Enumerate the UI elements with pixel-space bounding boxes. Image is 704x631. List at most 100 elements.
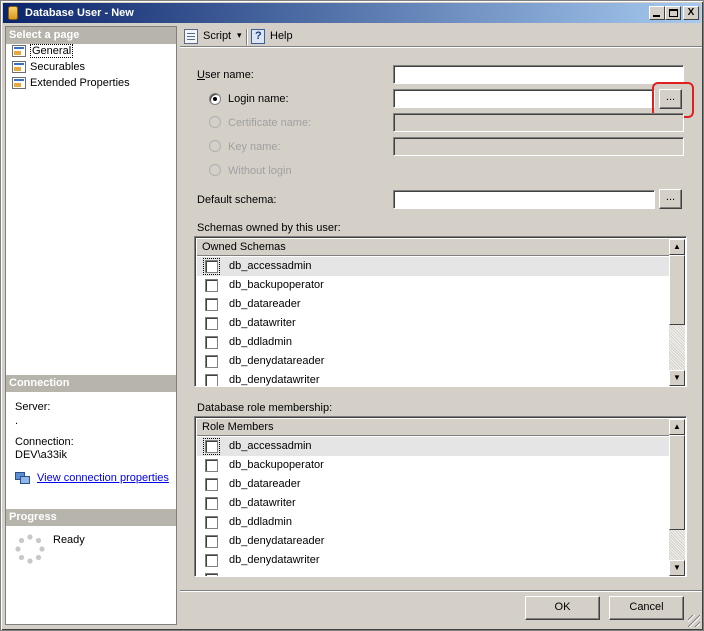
default-schema-input[interactable]	[393, 190, 655, 209]
table-row[interactable]: db_backupoperator	[197, 456, 670, 475]
without-login-label: Without login	[228, 165, 292, 177]
minimize-icon	[653, 15, 660, 17]
help-label: Help	[270, 30, 293, 42]
table-row[interactable]: db_denydatawriter	[197, 371, 670, 386]
table-row[interactable]	[197, 570, 670, 576]
checkbox[interactable]	[205, 516, 218, 529]
page-item-general[interactable]: General	[8, 44, 75, 59]
page-item-securables[interactable]: Securables	[8, 60, 87, 75]
checkbox[interactable]	[205, 355, 218, 368]
role-name: db_datareader	[229, 478, 301, 490]
without-login-radio[interactable]	[209, 164, 221, 176]
page-item-label: Extended Properties	[30, 77, 130, 89]
table-row[interactable]: db_backupoperator	[197, 276, 670, 295]
connection-label: Connection:	[15, 436, 74, 448]
property-page-icon	[12, 45, 26, 57]
page-item-extended-properties[interactable]: Extended Properties	[8, 76, 132, 91]
table-row[interactable]: db_denydatareader	[197, 352, 670, 371]
database-icon	[8, 6, 18, 20]
select-page-header: Select a page	[6, 27, 176, 44]
checkbox[interactable]	[203, 258, 220, 275]
scroll-thumb[interactable]	[669, 255, 685, 325]
resize-grip[interactable]	[688, 615, 700, 627]
property-page-icon	[12, 61, 26, 73]
table-row[interactable]: db_ddladmin	[197, 333, 670, 352]
checkbox[interactable]	[205, 279, 218, 292]
page-item-label: Securables	[30, 61, 86, 73]
table-row[interactable]: db_datareader	[197, 295, 670, 314]
progress-status: Ready	[53, 534, 85, 546]
left-pane: Select a page General Securables Extende…	[5, 26, 177, 625]
table-row[interactable]: db_datawriter	[197, 494, 670, 513]
table-row[interactable]: db_datareader	[197, 475, 670, 494]
connection-value: DEV\a33ik	[15, 449, 67, 461]
scroll-up-icon[interactable]: ▲	[669, 239, 685, 255]
cancel-button[interactable]: Cancel	[609, 596, 684, 620]
scroll-down-icon[interactable]: ▼	[669, 370, 685, 386]
scroll-thumb[interactable]	[669, 435, 685, 530]
checkbox[interactable]	[205, 535, 218, 548]
help-button[interactable]: Help	[251, 29, 296, 45]
checkbox[interactable]	[205, 317, 218, 330]
checkbox[interactable]	[205, 554, 218, 567]
table-row[interactable]: db_accessadmin	[197, 437, 670, 456]
default-schema-browse-button[interactable]: ...	[659, 189, 682, 209]
title-bar[interactable]: Database User - New X	[3, 3, 701, 23]
view-connection-properties-link[interactable]: View connection properties	[37, 472, 169, 484]
checkbox[interactable]	[203, 438, 220, 455]
owned-schemas-column-header[interactable]: Owned Schemas	[197, 239, 670, 256]
minimize-button[interactable]	[649, 6, 665, 20]
table-row[interactable]: db_ddladmin	[197, 513, 670, 532]
schemas-owned-label: Schemas owned by this user:	[197, 222, 341, 234]
schema-name: db_datareader	[229, 298, 301, 310]
user-name-label: User name:	[197, 69, 254, 81]
role-members-column-header[interactable]: Role Members	[197, 419, 670, 436]
window-title: Database User - New	[25, 7, 134, 19]
key-name-input	[393, 137, 684, 156]
checkbox[interactable]	[205, 497, 218, 510]
table-row[interactable]: db_denydatawriter	[197, 551, 670, 570]
schema-name: db_denydatareader	[229, 355, 325, 367]
progress-header: Progress	[6, 509, 176, 526]
radio-selected-dot	[213, 97, 217, 101]
checkbox[interactable]	[205, 374, 218, 386]
schema-name: db_accessadmin	[229, 260, 312, 272]
key-name-label: Key name:	[228, 141, 281, 153]
user-name-input[interactable]	[393, 65, 684, 84]
checkbox[interactable]	[205, 573, 218, 576]
script-label: Script	[203, 30, 232, 42]
certificate-name-label: Certificate name:	[228, 117, 312, 129]
checkbox[interactable]	[205, 298, 218, 311]
table-row[interactable]: db_denydatareader	[197, 532, 670, 551]
schema-name: db_datawriter	[229, 317, 296, 329]
scroll-down-icon[interactable]: ▼	[669, 560, 685, 576]
page-item-label: General	[30, 44, 74, 58]
table-row[interactable]: db_accessadmin	[197, 257, 670, 276]
login-name-radio[interactable]	[209, 93, 221, 105]
script-button[interactable]: Script ▾	[184, 29, 246, 45]
login-name-input[interactable]	[393, 89, 655, 108]
checkbox[interactable]	[205, 478, 218, 491]
role-name: db_accessadmin	[229, 440, 312, 452]
vertical-scrollbar[interactable]: ▲ ▼	[669, 239, 685, 386]
login-name-label: Login name:	[228, 93, 289, 105]
certificate-name-radio[interactable]	[209, 116, 221, 128]
role-name: db_denydatareader	[229, 535, 325, 547]
role-name: db_datawriter	[229, 497, 296, 509]
table-row[interactable]: db_datawriter	[197, 314, 670, 333]
checkbox[interactable]	[205, 336, 218, 349]
connection-header: Connection	[6, 375, 176, 392]
server-value: .	[15, 415, 19, 427]
user-name-label-rest: ser name:	[204, 69, 254, 81]
key-name-radio[interactable]	[209, 140, 221, 152]
checkbox[interactable]	[205, 459, 218, 472]
help-icon	[251, 29, 265, 44]
ok-button[interactable]: OK	[525, 596, 600, 620]
vertical-scrollbar[interactable]: ▲ ▼	[669, 419, 685, 576]
schemas-owned-grid: Owned Schemas db_accessadmin db_backupop…	[194, 236, 687, 387]
schema-name: db_denydatawriter	[229, 374, 320, 386]
close-button[interactable]: X	[683, 6, 699, 20]
maximize-button[interactable]	[665, 6, 681, 20]
script-icon	[184, 29, 198, 44]
scroll-up-icon[interactable]: ▲	[669, 419, 685, 435]
